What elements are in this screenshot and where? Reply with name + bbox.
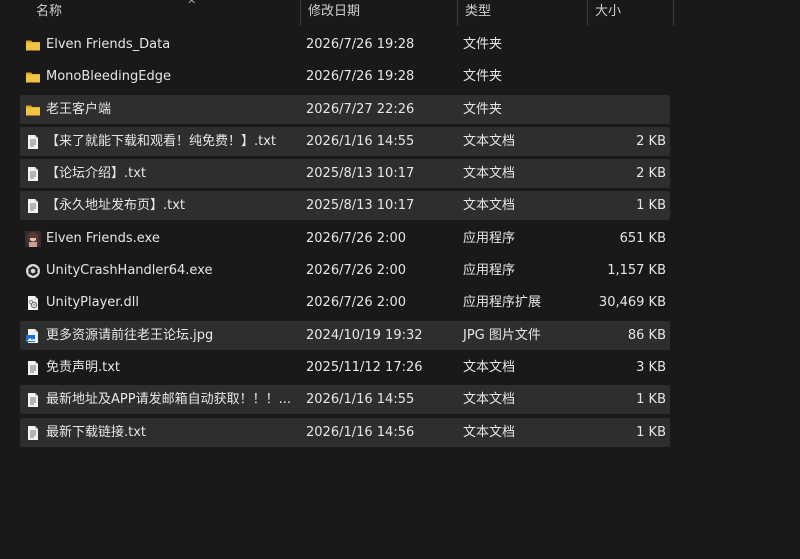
file-size: 1 KB — [636, 392, 666, 408]
file-type: 应用程序扩展 — [463, 295, 542, 311]
file-date-modified: 2026/7/26 2:00 — [306, 263, 406, 279]
file-type: 文本文档 — [463, 166, 516, 182]
column-header-date-label: 修改日期 — [308, 4, 361, 19]
file-size: 651 KB — [619, 230, 666, 246]
column-header-name[interactable]: 名称 ^ — [29, 0, 300, 26]
unity-exe-icon — [25, 263, 41, 279]
file-explorer: 名称 ^ 修改日期 类型 大小 Elven Friends_Data 2026/7… — [0, 0, 800, 559]
file-type: 应用程序 — [463, 230, 516, 246]
file-name: 免责声明.txt — [46, 359, 121, 375]
file-type: 文本文档 — [463, 392, 516, 408]
file-size: 1,157 KB — [607, 263, 666, 279]
file-type: 文本文档 — [463, 424, 516, 440]
file-row[interactable]: Elven Friends.exe 2026/7/26 2:00 应用程序 651 K… — [20, 224, 670, 253]
file-row[interactable]: 最新地址及APP请发邮箱自动获取！！！... 2026/1/16 14:55 文本文… — [20, 385, 670, 415]
file-size: 1 KB — [636, 198, 666, 214]
column-header-size-label: 大小 — [595, 4, 622, 19]
file-name: 【论坛介绍】.txt — [46, 166, 147, 182]
file-date-modified: 2024/10/19 19:32 — [306, 327, 423, 343]
file-type: 文本文档 — [463, 359, 516, 375]
file-date-modified: 2026/7/26 2:00 — [306, 230, 406, 246]
text-file-icon — [25, 392, 41, 408]
file-name: Elven Friends_Data — [46, 37, 171, 52]
file-row[interactable]: UnityPlayer.dll 2026/7/26 2:00 应用程序扩展 30,46… — [20, 288, 670, 317]
text-file-icon — [25, 198, 41, 214]
file-name: MonoBleedingEdge — [46, 69, 171, 85]
file-row[interactable]: 老王客户端 2026/7/27 22:26 文件夹 — [20, 94, 670, 124]
file-row[interactable]: 【来了就能下载和观看！纯免费！】.txt 2026/1/16 14:55 文本文档 2… — [20, 126, 670, 156]
file-date-modified: 2026/1/16 14:55 — [306, 392, 415, 408]
file-name: UnityPlayer.dll — [46, 295, 140, 311]
image-file-icon — [25, 328, 41, 344]
file-row[interactable]: 最新下载链接.txt 2026/1/16 14:56 文本文档 1 KB — [20, 417, 670, 447]
file-date-modified: 2026/1/16 14:55 — [306, 133, 415, 149]
file-name: 最新下载链接.txt — [46, 424, 147, 440]
file-row[interactable]: 更多资源请前往老王论坛.jpg 2024/10/19 19:32 JPG 图片文件 8… — [20, 320, 670, 350]
file-date-modified: 2025/8/13 10:17 — [306, 198, 415, 214]
file-type: JPG 图片文件 — [463, 327, 541, 343]
sort-ascending-icon: ^ — [187, 0, 197, 11]
column-header-size[interactable]: 大小 — [587, 0, 674, 26]
file-type: 文件夹 — [463, 101, 503, 117]
file-date-modified: 2026/1/16 14:56 — [306, 424, 415, 440]
file-row[interactable]: 【永久地址发布页】.txt 2025/8/13 10:17 文本文档 1 KB — [20, 191, 670, 221]
file-size: 30,469 KB — [598, 295, 666, 311]
text-file-icon — [25, 134, 41, 150]
file-size: 1 KB — [636, 424, 666, 440]
file-size: 3 KB — [636, 359, 666, 375]
file-row[interactable]: Elven Friends_Data 2026/7/26 19:28 文件夹 — [20, 30, 670, 59]
file-size: 2 KB — [636, 166, 666, 182]
app-exe-icon — [25, 230, 41, 247]
text-file-icon — [25, 166, 41, 182]
file-row[interactable]: 【论坛介绍】.txt 2025/8/13 10:17 文本文档 2 KB — [20, 159, 670, 189]
file-row[interactable]: MonoBleedingEdge 2026/7/26 19:28 文件夹 — [20, 62, 670, 91]
file-size: 2 KB — [636, 133, 666, 149]
file-date-modified: 2025/11/12 17:26 — [306, 359, 423, 375]
file-date-modified: 2026/7/26 19:28 — [306, 37, 415, 52]
file-date-modified: 2026/7/27 22:26 — [306, 101, 415, 117]
column-header-bar: 名称 ^ 修改日期 类型 大小 — [0, 0, 800, 26]
file-name: Elven Friends.exe — [46, 230, 160, 246]
dll-file-icon — [25, 295, 41, 311]
file-size: 86 KB — [627, 327, 666, 343]
column-header-date[interactable]: 修改日期 — [300, 0, 457, 26]
text-file-icon — [25, 360, 41, 376]
text-file-icon — [25, 425, 41, 441]
file-type: 文件夹 — [463, 69, 503, 85]
file-type: 文本文档 — [463, 133, 516, 149]
column-header-type-label: 类型 — [465, 4, 492, 19]
file-name: 最新地址及APP请发邮箱自动获取！！！... — [46, 392, 291, 408]
file-list: Elven Friends_Data 2026/7/26 19:28 文件夹 Mono… — [20, 30, 670, 450]
column-header-name-label: 名称 — [36, 4, 63, 19]
file-name: 【来了就能下载和观看！纯免费！】.txt — [46, 133, 277, 149]
file-date-modified: 2025/8/13 10:17 — [306, 166, 415, 182]
folder-icon — [25, 102, 41, 118]
file-name: 更多资源请前往老王论坛.jpg — [46, 327, 214, 343]
folder-icon — [25, 69, 41, 85]
file-type: 文本文档 — [463, 198, 516, 214]
file-date-modified: 2026/7/26 19:28 — [306, 69, 415, 85]
file-name: 【永久地址发布页】.txt — [46, 198, 186, 214]
file-type: 应用程序 — [463, 263, 516, 279]
file-row[interactable]: 免责声明.txt 2025/11/12 17:26 文本文档 3 KB — [20, 353, 670, 382]
file-row[interactable]: UnityCrashHandler64.exe 2026/7/26 2:00 应用程… — [20, 256, 670, 285]
file-date-modified: 2026/7/26 2:00 — [306, 295, 406, 311]
file-name: 老王客户端 — [46, 101, 112, 117]
column-header-type[interactable]: 类型 — [457, 0, 587, 26]
folder-icon — [25, 37, 41, 53]
file-type: 文件夹 — [463, 37, 503, 52]
file-name: UnityCrashHandler64.exe — [46, 263, 213, 279]
